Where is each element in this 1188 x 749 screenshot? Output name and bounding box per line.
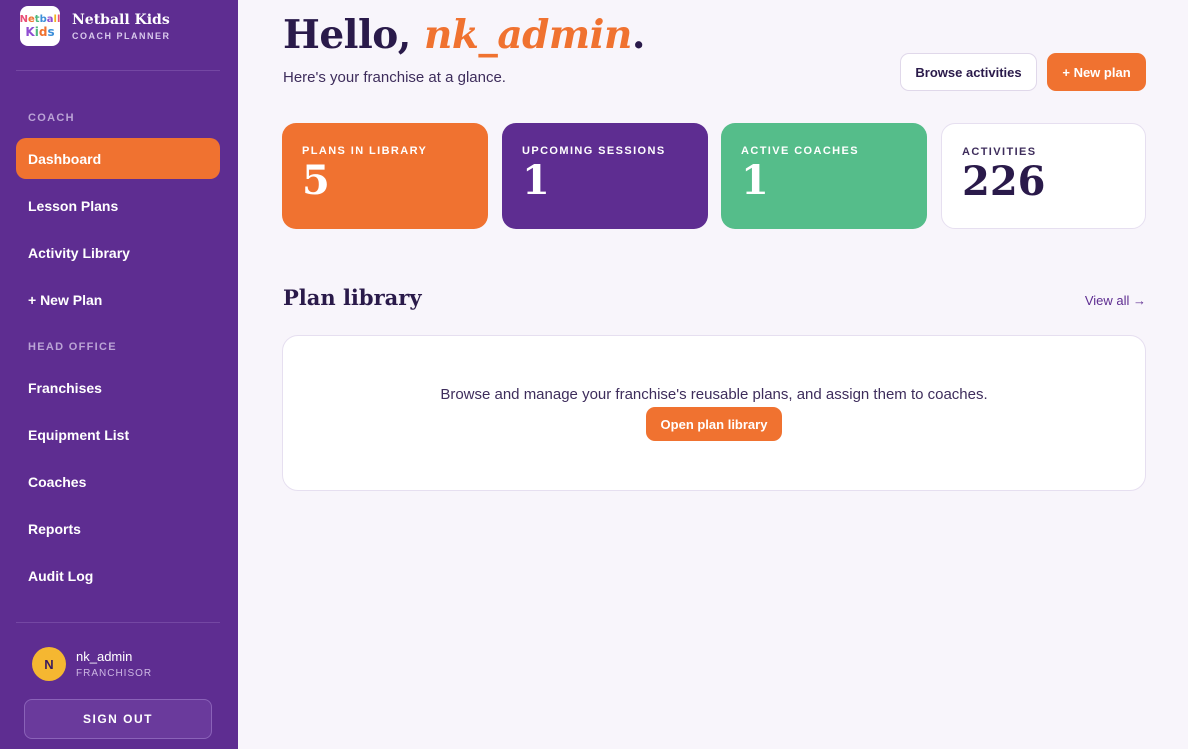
view-all-link[interactable]: View all → (1085, 293, 1146, 308)
brand-name: Netball Kids (72, 11, 170, 28)
stat-label: UPCOMING SESSIONS (522, 145, 666, 157)
sidebar: Netball Kids Netball Kids COACH PLANNER … (0, 0, 238, 749)
stat-value: 226 (962, 158, 1046, 205)
sidebar-divider (16, 70, 220, 71)
sidebar-item-equipment-list[interactable]: Equipment List (16, 414, 220, 455)
sidebar-item-lesson-plans[interactable]: Lesson Plans (16, 185, 220, 226)
netball-kids-logo-icon: Netball Kids (20, 6, 60, 46)
brand-text: Netball Kids COACH PLANNER (72, 12, 171, 41)
sidebar-item-coaches[interactable]: Coaches (16, 461, 220, 502)
plan-library-description: Browse and manage your franchise's reusa… (440, 386, 988, 403)
stat-card-coaches: ACTIVE COACHES 1 (721, 123, 927, 229)
logo-text-line2: Kids (25, 24, 55, 39)
plan-library-title: Plan library (283, 285, 422, 310)
stat-card-plans: PLANS IN LIBRARY 5 (282, 123, 488, 229)
sidebar-item-activity-library[interactable]: Activity Library (16, 232, 220, 273)
page-subtitle: Here's your franchise at a glance. (283, 69, 506, 86)
section-label-head-office: HEAD OFFICE (28, 341, 117, 353)
stat-value: 1 (741, 157, 769, 204)
sidebar-item-franchises[interactable]: Franchises (16, 367, 220, 408)
brand-subtitle: COACH PLANNER (72, 30, 171, 41)
brand[interactable]: Netball Kids Netball Kids COACH PLANNER (20, 6, 171, 46)
user-info: N nk_admin FRANCHISOR (32, 647, 152, 681)
greeting-suffix: . (631, 12, 646, 58)
browse-activities-button[interactable]: Browse activities (900, 53, 1037, 91)
open-plan-library-button[interactable]: Open plan library (646, 407, 782, 441)
stat-value: 1 (522, 157, 550, 204)
avatar: N (32, 647, 66, 681)
stat-card-sessions: UPCOMING SESSIONS 1 (502, 123, 708, 229)
logo-text-line1: Netball (19, 13, 61, 25)
sidebar-item-dashboard[interactable]: Dashboard (16, 138, 220, 179)
greeting-username: nk_admin (423, 12, 632, 58)
user-name: nk_admin (76, 649, 133, 664)
section-label-coach: COACH (28, 112, 75, 124)
sidebar-divider-bottom (16, 622, 220, 623)
user-role: FRANCHISOR (76, 668, 153, 679)
user-text: nk_admin FRANCHISOR (76, 649, 152, 679)
sidebar-item-new-plan[interactable]: + New Plan (16, 279, 220, 320)
greeting-prefix: Hello, (283, 12, 424, 58)
plan-library-panel: Browse and manage your franchise's reusa… (282, 335, 1146, 491)
new-plan-button[interactable]: + New plan (1047, 53, 1146, 91)
sidebar-item-reports[interactable]: Reports (16, 508, 220, 549)
sign-out-button[interactable]: SIGN OUT (24, 699, 212, 739)
stat-value: 5 (302, 157, 330, 204)
stat-label: ACTIVE COACHES (741, 145, 859, 157)
page-title: Hello, nk_admin. (283, 12, 645, 58)
stat-label: ACTIVITIES (962, 146, 1037, 158)
sidebar-item-audit-log[interactable]: Audit Log (16, 555, 220, 596)
stat-label: PLANS IN LIBRARY (302, 145, 428, 157)
stat-card-activities: ACTIVITIES 226 (941, 123, 1146, 229)
